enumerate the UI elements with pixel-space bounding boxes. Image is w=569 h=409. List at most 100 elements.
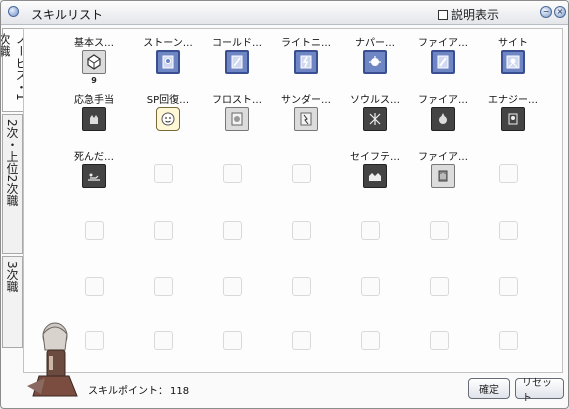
skill-label: ストーン… bbox=[143, 38, 193, 49]
minimize-button[interactable]: − bbox=[540, 6, 552, 18]
skill-fire-ball[interactable]: ファイア… bbox=[412, 91, 474, 147]
skill-label: ナパー… bbox=[355, 38, 395, 49]
empty-skill-slot bbox=[430, 331, 449, 350]
skill-fire-wall[interactable]: ファイア… bbox=[412, 148, 474, 204]
job-tabs: ノービス・1次職 2次・上位2次職 3次職 bbox=[1, 28, 28, 348]
play-dead-icon[interactable] bbox=[82, 164, 106, 188]
close-button[interactable]: × bbox=[554, 6, 566, 18]
skill-frost-diver[interactable]: フロスト… bbox=[206, 91, 268, 147]
description-checkbox[interactable] bbox=[438, 9, 448, 20]
empty-skill-slot bbox=[292, 331, 311, 350]
sp-recovery-icon[interactable] bbox=[156, 107, 180, 131]
description-toggle[interactable]: 説明表示 bbox=[438, 6, 499, 23]
empty-skill-slot bbox=[154, 164, 173, 183]
fire-ball-icon[interactable] bbox=[431, 107, 455, 131]
empty-skill-slot bbox=[361, 331, 380, 350]
empty-skill-slot bbox=[85, 331, 104, 350]
skill-level: 9 bbox=[91, 76, 97, 85]
skill-label: フロスト… bbox=[212, 95, 262, 106]
skill-lightning-bolt[interactable]: ライトニ… bbox=[275, 34, 337, 90]
skill-label: 死んだ… bbox=[74, 152, 114, 163]
skill-cold-bolt[interactable]: コールド… bbox=[206, 34, 268, 90]
empty-skill-slot bbox=[85, 277, 104, 296]
tab-third-job[interactable]: 3次職 bbox=[2, 256, 23, 348]
empty-skill-slot bbox=[223, 277, 242, 296]
skill-sight[interactable]: サイト bbox=[482, 34, 544, 90]
empty-skill-slot bbox=[223, 164, 242, 183]
skill-fire-bolt[interactable]: ファイア… bbox=[412, 34, 474, 90]
empty-skill-slot bbox=[430, 221, 449, 240]
frost-diver-icon[interactable] bbox=[225, 107, 249, 131]
skill-panel: 基本ス… 9 ストーン… コールド… ライトニ… ナパー… ファイア… サイト … bbox=[23, 28, 563, 373]
skill-label: サンダー… bbox=[281, 95, 331, 106]
skill-label: ソウルス… bbox=[350, 95, 400, 106]
skill-label: ライトニ… bbox=[281, 38, 331, 49]
skill-label: コールド… bbox=[212, 38, 262, 49]
empty-skill-slot bbox=[499, 277, 518, 296]
tab-label: 3次職 bbox=[5, 261, 19, 293]
skill-label: サイト bbox=[498, 38, 528, 49]
empty-skill-slot bbox=[499, 164, 518, 183]
tab-novice-first-job[interactable]: ノービス・1次職 bbox=[1, 28, 28, 112]
window-title: スキルリスト bbox=[31, 8, 104, 22]
empty-skill-slot bbox=[292, 164, 311, 183]
skill-label: ファイア… bbox=[418, 95, 468, 106]
empty-skill-slot bbox=[361, 277, 380, 296]
skill-points: スキルポイント： 118 bbox=[88, 382, 189, 397]
empty-skill-slot bbox=[223, 221, 242, 240]
skill-stone[interactable]: ストーン… bbox=[137, 34, 199, 90]
skill-label: 基本ス… bbox=[74, 38, 114, 49]
confirm-button[interactable]: 確定 bbox=[468, 378, 510, 399]
skill-label: エナジー… bbox=[488, 95, 538, 106]
empty-skill-slot bbox=[154, 221, 173, 240]
skill-label: SP回復… bbox=[146, 95, 190, 106]
basic-skill-icon[interactable] bbox=[82, 50, 106, 74]
thunder-storm-icon[interactable] bbox=[294, 107, 318, 131]
tab-second-job[interactable]: 2次・上位2次職 bbox=[2, 114, 23, 254]
window-menu-icon[interactable] bbox=[8, 6, 19, 17]
energy-coat-icon[interactable] bbox=[501, 107, 525, 131]
skill-soul-strike[interactable]: ソウルス… bbox=[344, 91, 406, 147]
skill-points-label: スキルポイント： bbox=[88, 386, 168, 397]
skill-energy-coat[interactable]: エナジー… bbox=[482, 91, 544, 147]
skill-sp-recovery[interactable]: SP回復… bbox=[137, 91, 199, 147]
avatar bbox=[25, 316, 81, 402]
skill-napalm-beat[interactable]: ナパー… bbox=[344, 34, 406, 90]
cold-bolt-icon[interactable] bbox=[225, 50, 249, 74]
minimize-icon: − bbox=[542, 7, 550, 16]
close-icon: × bbox=[556, 7, 564, 16]
safety-wall-icon[interactable] bbox=[363, 164, 387, 188]
skill-label: セイフテ… bbox=[350, 152, 400, 163]
skill-label: ファイア… bbox=[418, 152, 468, 163]
sight-icon[interactable] bbox=[501, 50, 525, 74]
skill-points-value: 118 bbox=[170, 386, 190, 397]
napalm-beat-icon[interactable] bbox=[363, 50, 387, 74]
skill-safety-wall[interactable]: セイフテ… bbox=[344, 148, 406, 204]
fire-bolt-icon[interactable] bbox=[431, 50, 455, 74]
empty-skill-slot bbox=[154, 331, 173, 350]
empty-skill-slot bbox=[292, 277, 311, 296]
empty-skill-slot bbox=[85, 221, 104, 240]
description-toggle-label: 説明表示 bbox=[451, 8, 500, 22]
empty-skill-slot bbox=[499, 221, 518, 240]
skill-play-dead[interactable]: 死んだ… bbox=[63, 148, 125, 204]
skill-thunder-storm[interactable]: サンダー… bbox=[275, 91, 337, 147]
empty-skill-slot bbox=[223, 331, 242, 350]
skill-label: 応急手当 bbox=[74, 95, 114, 106]
stone-skill-icon[interactable] bbox=[156, 50, 180, 74]
soul-strike-icon[interactable] bbox=[363, 107, 387, 131]
tab-label: 2次・上位2次職 bbox=[5, 119, 19, 207]
title-bar[interactable]: スキルリスト 説明表示 − × bbox=[1, 1, 568, 25]
empty-skill-slot bbox=[154, 277, 173, 296]
skill-label: ファイア… bbox=[418, 38, 468, 49]
skill-first-aid[interactable]: 応急手当 bbox=[63, 91, 125, 147]
skill-list-window: スキルリスト 説明表示 − × ノービス・1次職 2次・上位2次職 3次職 基本… bbox=[0, 0, 569, 409]
empty-skill-slot bbox=[361, 221, 380, 240]
empty-skill-slot bbox=[292, 221, 311, 240]
fire-wall-icon[interactable] bbox=[431, 164, 455, 188]
reset-button[interactable]: リセット bbox=[515, 378, 564, 404]
skill-basic[interactable]: 基本ス… 9 bbox=[63, 34, 125, 90]
first-aid-icon[interactable] bbox=[82, 107, 106, 131]
lightning-bolt-icon[interactable] bbox=[294, 50, 318, 74]
empty-skill-slot bbox=[499, 331, 518, 350]
